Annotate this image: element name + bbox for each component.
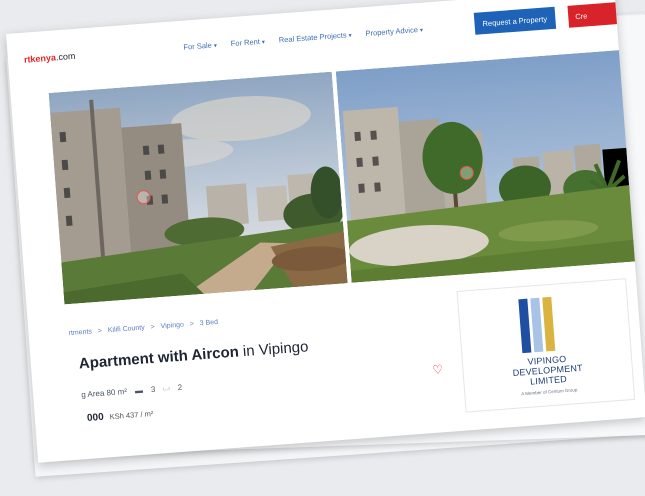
listing-features: g Area 80 m² ▬ 3 ⌴ 2 — [81, 382, 183, 400]
request-property-button[interactable]: Request a Property — [473, 6, 556, 35]
photo-apartment-buildings — [48, 71, 348, 305]
price-value: 000 — [86, 411, 105, 424]
developer-card[interactable]: VIPINGO DEVELOPMENT LIMITED A Member of … — [456, 278, 636, 413]
nav-label: Property Advice — [365, 25, 419, 39]
breadcrumb-separator: > — [150, 323, 156, 331]
listing-page: rtkenya.com For Sale ▾ For Rent ▾ Real Est… — [6, 0, 645, 463]
chevron-down-icon: ▾ — [261, 39, 266, 46]
title-tail: in Vipingo — [242, 338, 310, 361]
nav-property-advice[interactable]: Property Advice ▾ — [365, 25, 423, 38]
breadcrumb-item[interactable]: 3 Bed — [200, 319, 219, 327]
breadcrumb: rtments > Kilifi County > Vipingo > 3 Be… — [68, 319, 222, 337]
breadcrumb-item[interactable]: Vipingo — [160, 321, 184, 330]
chevron-down-icon: ▾ — [348, 33, 352, 40]
logo-bar — [542, 296, 556, 352]
bathrooms-count: 2 — [177, 382, 183, 392]
logo-bar — [518, 298, 532, 354]
logo-suffix: .com — [55, 50, 76, 63]
breadcrumb-separator: > — [97, 327, 103, 335]
bedrooms-count: 3 — [150, 384, 156, 394]
nav-for-rent[interactable]: For Rent ▾ — [230, 37, 266, 49]
site-logo[interactable]: rtkenya.com — [24, 51, 76, 65]
breadcrumb-separator: > — [189, 320, 195, 329]
photo-apartment-grounds — [335, 49, 641, 283]
bed-icon: ▬ — [134, 385, 144, 395]
listing-photo-1[interactable] — [48, 71, 348, 305]
logo-accent: rtkenya — [23, 52, 57, 65]
floor-area: g Area 80 m² — [80, 386, 128, 399]
listing-price: 000 KSh 437 / m² — [87, 408, 154, 424]
nav-label: For Sale — [183, 40, 213, 52]
price-per-m2: KSh 437 / m² — [109, 409, 154, 422]
nav-menu: For Sale ▾ For Rent ▾ Real Estate Projects… — [183, 25, 423, 52]
chevron-down-icon: ▾ — [213, 43, 218, 50]
nav-label: Real Estate Projects — [278, 30, 347, 45]
chevron-down-icon: ▾ — [419, 27, 424, 34]
developer-logo — [518, 296, 562, 354]
bath-icon: ⌴ — [162, 382, 170, 393]
logo-bar — [530, 297, 544, 353]
heart-icon[interactable]: ♡ — [432, 362, 444, 377]
nav-label: For Rent — [230, 37, 261, 49]
listing-photo-2[interactable] — [335, 49, 641, 283]
nav-for-sale[interactable]: For Sale ▾ — [183, 40, 218, 52]
nav-real-estate-projects[interactable]: Real Estate Projects ▾ — [278, 30, 351, 44]
page-title: Apartment with Aircon in Vipingo — [78, 338, 309, 372]
title-main: Apartment with Aircon — [78, 343, 244, 373]
breadcrumb-item[interactable]: Kilifi County — [108, 324, 145, 334]
breadcrumb-item[interactable]: rtments — [68, 328, 92, 337]
